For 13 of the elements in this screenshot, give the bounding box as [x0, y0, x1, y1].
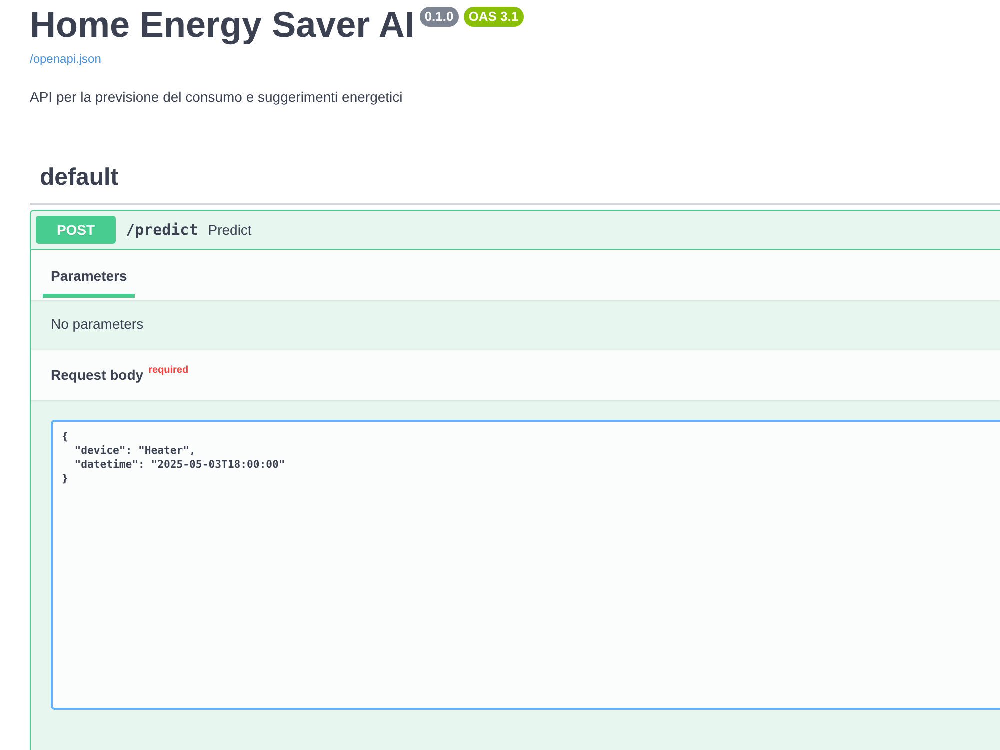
method-badge: POST: [36, 216, 116, 244]
required-label: required: [148, 365, 189, 376]
operation-summary-text: Predict: [208, 222, 252, 238]
endpoint-path: /predict: [126, 221, 198, 239]
request-body-editor[interactable]: { "device": "Heater", "datetime": "2025-05-03T18:00:00" }: [51, 420, 1000, 710]
request-body-title: Request body: [51, 367, 144, 383]
no-parameters-text: No parameters: [51, 316, 145, 333]
parameters-tab[interactable]: Parameters: [43, 258, 136, 298]
api-description: API per la previsione del consumo e suggerimenti energetici: [30, 88, 404, 106]
tag-heading[interactable]: default: [30, 153, 1000, 205]
version-badge: 0.1.0: [420, 7, 459, 27]
version-badge: OAS 3.1: [464, 7, 524, 27]
api-title: Home Energy Saver AI: [30, 4, 415, 46]
